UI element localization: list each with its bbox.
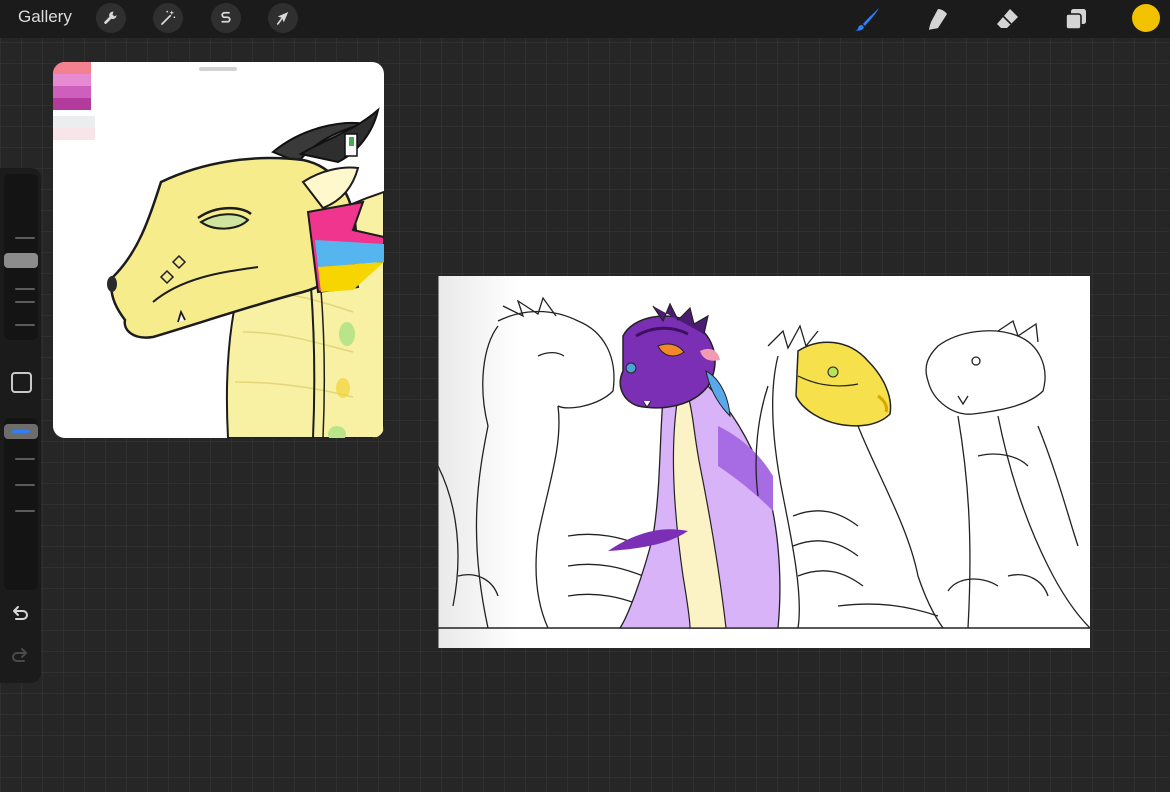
- top-toolbar: Gallery: [0, 0, 1170, 38]
- eraser-tool-button[interactable]: [992, 4, 1022, 34]
- palette-swatch: [53, 86, 91, 98]
- canvas-artwork: [438, 276, 1090, 648]
- palette-swatch: [53, 74, 91, 86]
- redo-icon: [12, 648, 27, 662]
- brush-opacity-thumb[interactable]: [4, 424, 38, 440]
- magic-wand-icon: [161, 10, 176, 25]
- actions-button[interactable]: [96, 3, 126, 33]
- redo-button[interactable]: [9, 646, 31, 668]
- eraser-icon: [997, 9, 1018, 28]
- selection-s-icon: [221, 11, 231, 23]
- wrench-icon: [104, 11, 117, 24]
- reference-palette: [53, 62, 95, 140]
- modify-button[interactable]: [11, 372, 32, 393]
- palette-swatch: [53, 62, 91, 74]
- color-picker-button[interactable]: [1132, 4, 1160, 32]
- brush-tool-button[interactable]: [853, 4, 883, 34]
- selection-button[interactable]: [211, 3, 241, 33]
- reference-image: [53, 62, 384, 438]
- brush-size-thumb[interactable]: [4, 253, 38, 269]
- layers-button[interactable]: [1061, 4, 1091, 34]
- layers-icon: [1065, 9, 1086, 30]
- sidebar: [0, 168, 41, 683]
- drawing-canvas[interactable]: [438, 276, 1090, 648]
- gallery-button[interactable]: Gallery: [18, 7, 72, 27]
- arrow-cursor-icon: [276, 12, 289, 25]
- palette-swatch: [53, 128, 95, 140]
- brush-opacity-slider[interactable]: [4, 418, 38, 590]
- reference-window[interactable]: [53, 62, 384, 438]
- palette-swatch: [53, 98, 91, 110]
- smudge-tool-button[interactable]: [923, 4, 953, 34]
- undo-icon: [13, 606, 28, 620]
- transform-button[interactable]: [268, 3, 298, 33]
- adjustments-button[interactable]: [153, 3, 183, 33]
- reference-drag-handle[interactable]: [199, 67, 237, 71]
- brush-icon: [855, 8, 879, 31]
- smudge-icon: [929, 9, 947, 30]
- undo-button[interactable]: [9, 604, 31, 626]
- palette-swatch: [53, 116, 95, 128]
